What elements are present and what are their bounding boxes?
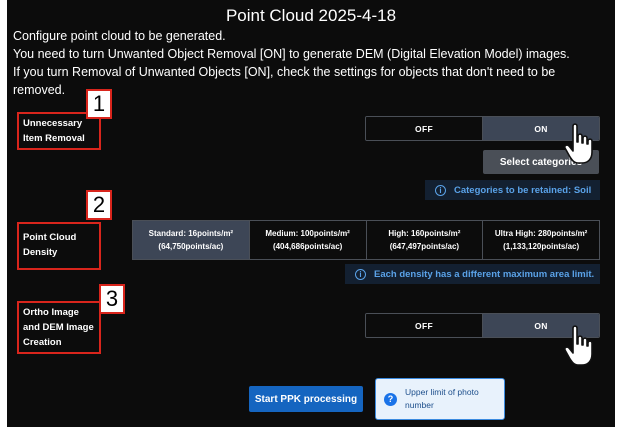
callout-number-1: 1 [86, 89, 112, 119]
density-label: Point Cloud Density [17, 222, 101, 270]
density-medium-acre: (404,686points/ac) [272, 242, 343, 251]
ortho-label-line-2: and DEM Image [23, 322, 94, 333]
photo-limit-line-1: Upper limit of photo [405, 387, 479, 397]
ortho-label: Ortho Image and DEM Image Creation [17, 301, 101, 354]
categories-info: i Categories to be retained: Soil [425, 180, 600, 200]
ortho-toggle-off[interactable]: OFF [366, 314, 483, 337]
density-info-text: Each density has a different maximum are… [374, 268, 595, 280]
removal-toggle-off[interactable]: OFF [366, 117, 483, 140]
point-cloud-panel: Point Cloud 2025-4-18 Configure point cl… [7, 0, 615, 427]
start-ppk-button[interactable]: Start PPK processing [249, 386, 363, 412]
density-option-standard[interactable]: Standard: 16points/m² (64,750points/ac) [133, 221, 250, 259]
density-label-line-1: Point Cloud [23, 232, 77, 243]
intro-line-1: Configure point cloud to be generated. [13, 29, 226, 43]
hand-pointer-icon [564, 123, 593, 164]
density-standard-acre: (64,750points/ac) [158, 242, 224, 251]
density-options[interactable]: Standard: 16points/m² (64,750points/ac) … [132, 220, 600, 260]
density-ultra-high-value: Ultra High: 280points/m² [494, 229, 588, 238]
page-title: Point Cloud 2025-4-18 [225, 6, 397, 25]
hand-pointer-icon [564, 325, 593, 366]
density-ultra-high-acre: (1,133,120points/ac) [503, 242, 580, 251]
removal-label-line-2: Item Removal [23, 133, 85, 144]
question-circle-icon[interactable]: ? [384, 392, 397, 406]
density-standard-value: Standard: 16points/m² [148, 229, 234, 238]
density-info: i Each density has a different maximum a… [345, 264, 600, 284]
photo-limit-text: Upper limit of photo number [405, 386, 479, 412]
density-label-line-2: Density [23, 247, 58, 258]
density-high-value: High: 160points/m² [388, 229, 461, 238]
density-option-medium[interactable]: Medium: 100points/m² (404,686points/ac) [250, 221, 367, 259]
callout-number-2: 2 [86, 190, 112, 220]
photo-limit-tooltip: ? Upper limit of photo number [375, 378, 505, 420]
density-medium-value: Medium: 100points/m² [265, 229, 350, 238]
density-option-high[interactable]: High: 160points/m² (647,497points/ac) [367, 221, 484, 259]
ortho-label-line-1: Ortho Image [23, 307, 79, 318]
callout-number-3: 3 [99, 284, 125, 314]
intro-line-2: You need to turn Unwanted Object Removal… [13, 47, 570, 61]
ortho-label-line-3: Creation [23, 337, 62, 348]
removal-label-line-1: Unnecessary [23, 118, 83, 129]
density-high-acre: (647,497points/ac) [389, 242, 460, 251]
density-option-ultra-high[interactable]: Ultra High: 280points/m² (1,133,120point… [483, 221, 599, 259]
categories-info-text: Categories to be retained: Soil [454, 184, 592, 196]
photo-limit-line-2: number [405, 400, 434, 410]
info-circle-icon: i [355, 268, 366, 280]
info-circle-icon: i [435, 184, 446, 196]
